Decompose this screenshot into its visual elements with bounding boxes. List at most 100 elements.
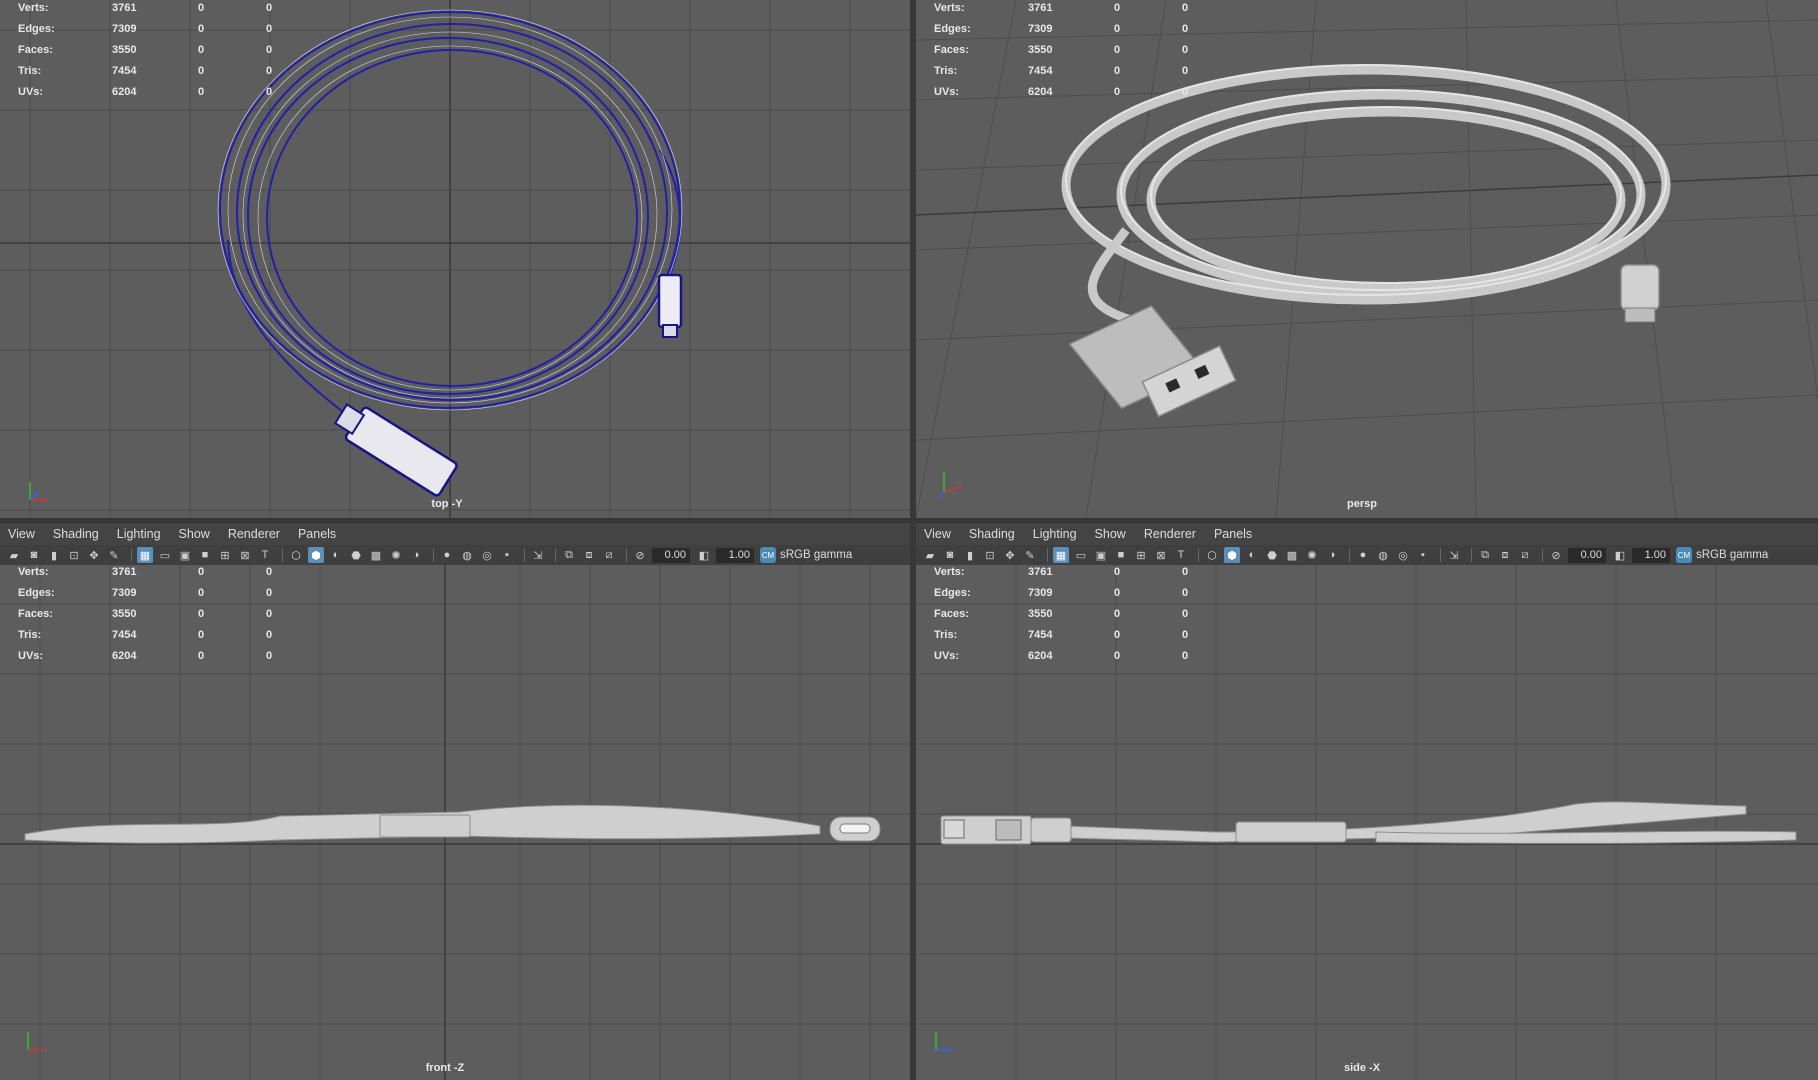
viewport-side[interactable]: Verts: 3761 0 0 Edges: 7309 0 0 Faces: 3550 0 0 T… [916,564,1818,1080]
viewport-divider-vertical[interactable] [910,0,916,1080]
default-material-icon[interactable]: ◐ [1244,547,1260,563]
grease-pencil-icon[interactable]: ✎ [106,547,122,563]
exposure-icon[interactable]: ⊘ [632,547,648,563]
wireframe-on-shaded-icon[interactable]: ⬣ [1264,547,1280,563]
menu-lighting[interactable]: Lighting [1033,527,1077,541]
menu-shading[interactable]: Shading [969,527,1015,541]
menu-panels[interactable]: Panels [298,527,336,541]
depth-of-field-icon[interactable]: ▪ [499,547,515,563]
wireframe-icon[interactable]: ⬡ [288,547,304,563]
stat-total: 3761 [112,566,137,578]
depth-of-field-icon[interactable]: ▪ [1415,547,1431,563]
panel-icon-bar: ▰ ◙ ▮ ⊡ ✥ ✎ ▦ ▭ ▣ ■ ⊞ ⊠ T ⬡ ⬢ ◐ ⬣ ▩ ✺ ◑ … [0,545,916,565]
stat-label: UVs: [18,650,44,662]
camera-attributes-icon[interactable]: ◙ [26,547,42,563]
resolution-gate-icon[interactable]: ▣ [177,547,193,563]
default-material-icon[interactable]: ◐ [328,547,344,563]
stat-triangles: 0 [266,23,273,35]
menu-show[interactable]: Show [1095,527,1126,541]
motion-blur-icon[interactable]: ◍ [459,547,475,563]
panel-icon-bar: ▰ ◙ ▮ ⊡ ✥ ✎ ▦ ▭ ▣ ■ ⊞ ⊠ T ⬡ ⬢ ◐ ⬣ ▩ ✺ ◑ … [916,545,1818,565]
exposure-icon[interactable]: ⊘ [1548,547,1564,563]
image-plane-icon[interactable]: ⊡ [66,547,82,563]
xray-joints-icon[interactable]: ⧈ [1497,547,1513,563]
ambient-occlusion-icon[interactable]: ● [439,547,455,563]
stat-selected: 0 [198,608,205,620]
stat-selected: 0 [198,65,205,77]
separator [555,548,556,562]
resolution-gate-icon[interactable]: ▣ [1093,547,1109,563]
field-chart-icon[interactable]: ⊞ [217,547,233,563]
color-management-icon[interactable]: CM [1676,547,1692,563]
camera-select-icon[interactable]: ▰ [922,547,938,563]
wireframe-on-shaded-icon[interactable]: ⬣ [348,547,364,563]
stat-selected: 0 [198,629,205,641]
xray-active-icon[interactable]: ⧄ [1517,547,1533,563]
gate-mask-icon[interactable]: ■ [197,547,213,563]
color-management-icon[interactable]: CM [760,547,776,563]
menu-renderer[interactable]: Renderer [1144,527,1196,541]
xray-icon[interactable]: ⧉ [1477,547,1493,563]
menu-view[interactable]: View [924,527,951,541]
shadows-icon[interactable]: ◑ [408,547,424,563]
grid-toggle-icon[interactable]: ▦ [137,547,153,563]
exposure-field[interactable]: 0.00 [1568,547,1606,563]
wireframe-icon[interactable]: ⬡ [1204,547,1220,563]
isolate-select-icon[interactable]: ⇲ [1446,547,1462,563]
gamma-icon[interactable]: ◧ [1612,547,1628,563]
stat-selected: 0 [198,44,205,56]
lighting-icon[interactable]: ✺ [388,547,404,563]
grid-toggle-icon[interactable]: ▦ [1053,547,1069,563]
camera-select-icon[interactable]: ▰ [6,547,22,563]
film-gate-icon[interactable]: ▭ [157,547,173,563]
menu-renderer[interactable]: Renderer [228,527,280,541]
isolate-select-icon[interactable]: ⇲ [530,547,546,563]
grease-pencil-icon[interactable]: ✎ [1022,547,1038,563]
viewport-persp[interactable]: Verts: 3761 0 0 Edges: 7309 0 0 Faces: 3550 0 0 T… [916,0,1818,518]
two-d-pan-icon[interactable]: ✥ [1002,547,1018,563]
menu-panels[interactable]: Panels [1214,527,1252,541]
image-plane-icon[interactable]: ⊡ [982,547,998,563]
viewport-front[interactable]: Verts: 3761 0 0 Edges: 7309 0 0 Faces: 3550 0 0 T… [0,564,910,1080]
textured-icon[interactable]: ▩ [1284,547,1300,563]
field-chart-icon[interactable]: ⊞ [1133,547,1149,563]
motion-blur-icon[interactable]: ◍ [1375,547,1391,563]
stat-total: 3550 [112,44,137,56]
viewport-divider-horizontal[interactable] [0,518,1818,520]
xray-joints-icon[interactable]: ⧈ [581,547,597,563]
safe-title-icon[interactable]: T [257,547,273,563]
lighting-icon[interactable]: ✺ [1304,547,1320,563]
two-d-pan-icon[interactable]: ✥ [86,547,102,563]
film-gate-icon[interactable]: ▭ [1073,547,1089,563]
safe-action-icon[interactable]: ⊠ [237,547,253,563]
textured-icon[interactable]: ▩ [368,547,384,563]
ambient-occlusion-icon[interactable]: ● [1355,547,1371,563]
smooth-shade-icon[interactable]: ⬢ [1224,547,1240,563]
xray-active-icon[interactable]: ⧄ [601,547,617,563]
smooth-shade-icon[interactable]: ⬢ [308,547,324,563]
camera-attributes-icon[interactable]: ◙ [942,547,958,563]
usb-a-connector [1068,305,1237,418]
shadows-icon[interactable]: ◑ [1324,547,1340,563]
viewport-top[interactable]: Verts: 3761 0 0 Edges: 7309 0 0 Faces: 3550 0 0 T… [0,0,910,518]
bookmark-icon[interactable]: ▮ [962,547,978,563]
stat-total: 3550 [112,608,137,620]
color-space-dropdown[interactable]: sRGB gamma [780,549,852,561]
menu-lighting[interactable]: Lighting [117,527,161,541]
safe-title-icon[interactable]: T [1173,547,1189,563]
gamma-icon[interactable]: ◧ [696,547,712,563]
bookmark-icon[interactable]: ▮ [46,547,62,563]
gamma-field[interactable]: 1.00 [716,547,754,563]
gate-mask-icon[interactable]: ■ [1113,547,1129,563]
color-space-dropdown[interactable]: sRGB gamma [1696,549,1768,561]
safe-action-icon[interactable]: ⊠ [1153,547,1169,563]
menu-shading[interactable]: Shading [53,527,99,541]
menu-show[interactable]: Show [179,527,210,541]
stat-total: 7309 [1028,23,1053,35]
xray-icon[interactable]: ⧉ [561,547,577,563]
menu-view[interactable]: View [8,527,35,541]
exposure-field[interactable]: 0.00 [652,547,690,563]
anti-aliasing-icon[interactable]: ◎ [1395,547,1411,563]
anti-aliasing-icon[interactable]: ◎ [479,547,495,563]
gamma-field[interactable]: 1.00 [1632,547,1670,563]
